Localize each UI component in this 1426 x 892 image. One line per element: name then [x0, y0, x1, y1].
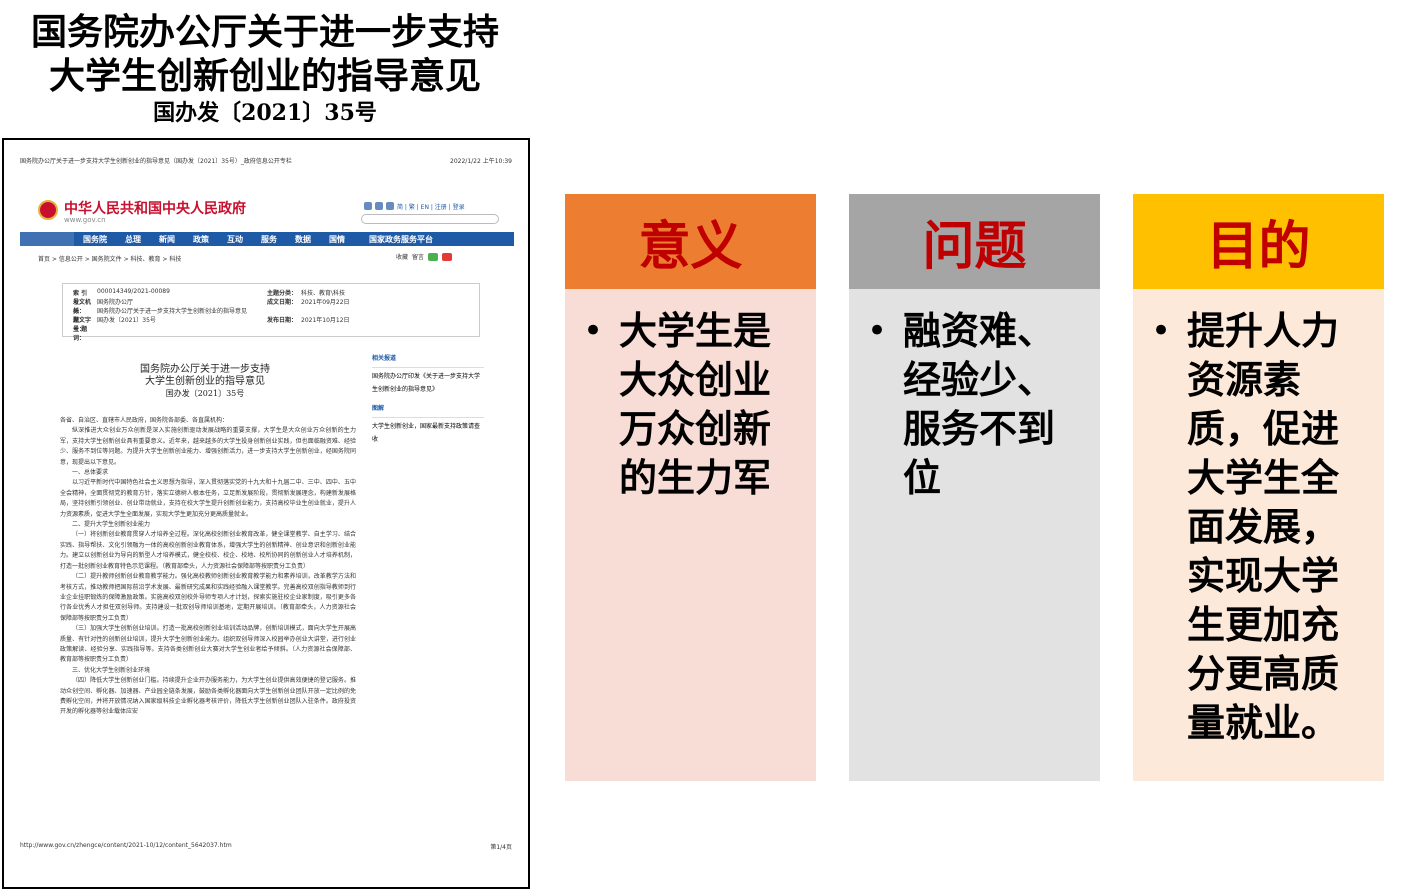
utility-links: 简 | 繁 | EN | 注册 | 登录 — [397, 204, 465, 211]
share-bar: 收藏 留言 — [396, 252, 453, 261]
breadcrumb: 首页 > 信息公开 > 国务院文件 > 科技、教育 > 科技 — [38, 256, 182, 263]
card-purpose-title: 目的 — [1206, 217, 1311, 277]
site-name: 中华人民共和国中央人民政府 — [64, 201, 246, 217]
print-header-title: 国务院办公厅关于进一步支持大学生创新创业的指导意见（国办发〔2021〕35号）_… — [20, 158, 292, 165]
weibo-icon — [375, 202, 383, 210]
document-heading-line-1: 国务院办公厅关于进一步支持 — [140, 364, 270, 375]
card-significance-title: 意义 — [638, 217, 743, 277]
card-purpose-header: 目的 — [1133, 194, 1384, 289]
card-purpose: 目的 • 提升人力资源素质，促进大学生全面发展，实现大学生更加充分更高质量就业。 — [1133, 194, 1384, 781]
print-footer-url: http://www.gov.cn/zhengce/content/2021-1… — [20, 842, 232, 849]
wechat-share-icon — [428, 252, 439, 261]
meta-publish-label: 发布日期： — [267, 317, 298, 324]
body-paragraph: （二）提升教师创新创业教育教学能力。强化高校教师创新创业教育教学能力和素养培训，… — [60, 573, 356, 622]
infographic-heading: 图解 — [372, 405, 385, 412]
nav-item-service-platform: 国家政务服务平台 — [369, 234, 433, 244]
meta-number-label: 发文字号： — [73, 317, 92, 333]
meta-subject-label: 主 题 词： — [73, 326, 88, 342]
meta-index-label: 索 引 号： — [73, 290, 88, 306]
mobile-icon — [364, 202, 372, 210]
body-paragraph: （四）降低大学生创新创业门槛。持续提升企业开办服务能力，为大学生创业提供高效便捷… — [60, 677, 356, 716]
site-url: www.gov.cn — [64, 216, 106, 224]
card-problems: 问题 • 融资难、经验少、服务不到位 — [849, 194, 1100, 781]
body-section-heading: 三、优化大学生创新创业环境 — [72, 666, 151, 674]
print-header-date: 2022/1/22 上午10:39 — [450, 158, 512, 165]
utility-bar: 简 | 繁 | EN | 注册 | 登录 — [364, 202, 465, 211]
related-sidebar: 相关报道 国务院办公厅印发《关于进一步支持大学生创新创业的指导意见》 图解 大学… — [372, 352, 484, 446]
related-news-heading: 相关报道 — [372, 355, 397, 362]
card-problems-header: 问题 — [849, 194, 1100, 289]
meta-title-label: 标 题： — [73, 308, 92, 324]
body-paragraph: 纵深推进大众创业万众创新是深入实施创新驱动发展战略的重要支撑，大学生是大众创业万… — [60, 427, 356, 466]
comment-label: 留言 — [412, 254, 425, 261]
document-heading-number: 国办发〔2021〕35号 — [165, 389, 245, 398]
nav-item-zhengce: 政策 — [193, 234, 209, 244]
related-news-item: 国务院办公厅印发《关于进一步支持大学生创新创业的指导意见》 — [372, 373, 481, 393]
card-problems-body: • 融资难、经验少、服务不到位 — [849, 289, 1100, 781]
bullet-icon: • — [1151, 311, 1172, 351]
weibo-share-icon — [442, 252, 453, 261]
print-header: 国务院办公厅关于进一步支持大学生创新创业的指导意见（国办发〔2021〕35号）_… — [20, 156, 512, 165]
meta-number-value: 国办发〔2021〕35号 — [97, 317, 156, 324]
print-footer: http://www.gov.cn/zhengce/content/2021-1… — [20, 842, 512, 851]
bullet-icon: • — [583, 311, 604, 351]
card-problems-text: 融资难、经验少、服务不到位 — [903, 309, 1056, 500]
meta-date-label: 成文日期： — [267, 299, 298, 306]
slide-title: 国务院办公厅关于进一步支持 大学生创新创业的指导意见 国办发〔2021〕35号 — [10, 10, 520, 128]
meta-topic-label: 主题分类： — [267, 290, 298, 297]
meta-topic-value: 科技、教育\科技 — [301, 290, 346, 297]
nav-item-fuwu: 服务 — [261, 234, 277, 244]
document-heading: 国务院办公厅关于进一步支持 大学生创新创业的指导意见 国办发〔2021〕35号 — [70, 364, 340, 399]
nav-item-guoqing: 国情 — [329, 234, 345, 244]
nav-item-hudong: 互动 — [227, 234, 243, 244]
card-significance-header: 意义 — [565, 194, 816, 289]
print-footer-page: 第1/4页 — [490, 844, 512, 851]
national-emblem-icon — [38, 200, 58, 220]
infographic-item: 大学生创新创业，国家最新支持政策请查收 — [372, 423, 481, 443]
bullet-icon: • — [867, 311, 888, 351]
nav-item-xinwen: 新闻 — [159, 234, 175, 244]
wechat-icon — [386, 202, 394, 210]
search-input — [361, 214, 499, 224]
card-significance-body: • 大学生是大众创业万众创新的生力军 — [565, 289, 816, 781]
meta-issuer-value: 国务院办公厅 — [97, 299, 134, 306]
card-problems-title: 问题 — [922, 217, 1027, 277]
card-purpose-body: • 提升人力资源素质，促进大学生全面发展，实现大学生更加充分更高质量就业。 — [1133, 289, 1384, 781]
document-image: 国务院办公厅关于进一步支持大学生创新创业的指导意见（国办发〔2021〕35号）_… — [2, 138, 530, 889]
body-paragraph: 各省、自治区、直辖市人民政府，国务院各部委、各直属机构： — [60, 417, 229, 424]
meta-title-value: 国务院办公厅关于进一步支持大学生创新创业的指导意见 — [97, 308, 248, 315]
title-line-2: 大学生创新创业的指导意见 — [48, 55, 481, 97]
meta-publish-value: 2021年10月12日 — [301, 317, 350, 324]
document-heading-line-2: 大学生创新创业的指导意见 — [145, 376, 265, 387]
meta-index-value: 000014349/2021-00089 — [97, 288, 170, 295]
title-line-1: 国务院办公厅关于进一步支持 — [30, 11, 499, 53]
favorite-label: 收藏 — [396, 254, 409, 261]
card-significance-text: 大学生是大众创业万众创新的生力军 — [619, 309, 772, 500]
list-item: • 融资难、经验少、服务不到位 — [867, 307, 1086, 503]
document-metadata: 索 引 号： 000014349/2021-00089 主题分类： 科技、教育\科技 … — [62, 283, 480, 342]
meta-issuer-label: 发文机关： — [73, 299, 92, 315]
card-significance: 意义 • 大学生是大众创业万众创新的生力军 — [565, 194, 816, 781]
card-purpose-text: 提升人力资源素质，促进大学生全面发展，实现大学生更加充分更高质量就业。 — [1187, 309, 1340, 745]
body-section-heading: 二、提升大学生创新创业能力 — [72, 521, 151, 529]
site-nav: 国务院 总理 新闻 政策 互动 服务 数据 国情 国家政务服务平台 — [20, 232, 514, 246]
nav-item-guowuyuan: 国务院 — [83, 234, 107, 244]
nav-item-shuju: 数据 — [295, 234, 311, 244]
body-section-heading: 一、总体要求 — [72, 469, 109, 477]
social-icons: 简 | 繁 | EN | 注册 | 登录 — [364, 202, 465, 211]
list-item: • 大学生是大众创业万众创新的生力军 — [583, 307, 802, 503]
body-paragraph: 以习近平新时代中国特色社会主义思想为指导，深入贯彻落实党的十九大和十九届二中、三… — [60, 479, 356, 518]
nav-item-zongli: 总理 — [125, 234, 141, 244]
title-document-number: 国办发〔2021〕35号 — [153, 100, 377, 126]
body-paragraph: （一）将创新创业教育贯穿人才培养全过程。深化高校创新创业教育改革，健全课堂教学、… — [60, 531, 356, 570]
document-body: 各省、自治区、直辖市人民政府，国务院各部委、各直属机构： 纵深推进大众创业万众创… — [60, 416, 356, 718]
list-item: • 提升人力资源素质，促进大学生全面发展，实现大学生更加充分更高质量就业。 — [1151, 307, 1370, 748]
meta-date-value: 2021年09月22日 — [301, 299, 350, 306]
body-paragraph: （三）加强大学生创新创业培训。打造一批高校创新创业培训活动品牌，创新培训模式，面… — [60, 625, 356, 664]
nav-banner-image — [20, 232, 74, 246]
